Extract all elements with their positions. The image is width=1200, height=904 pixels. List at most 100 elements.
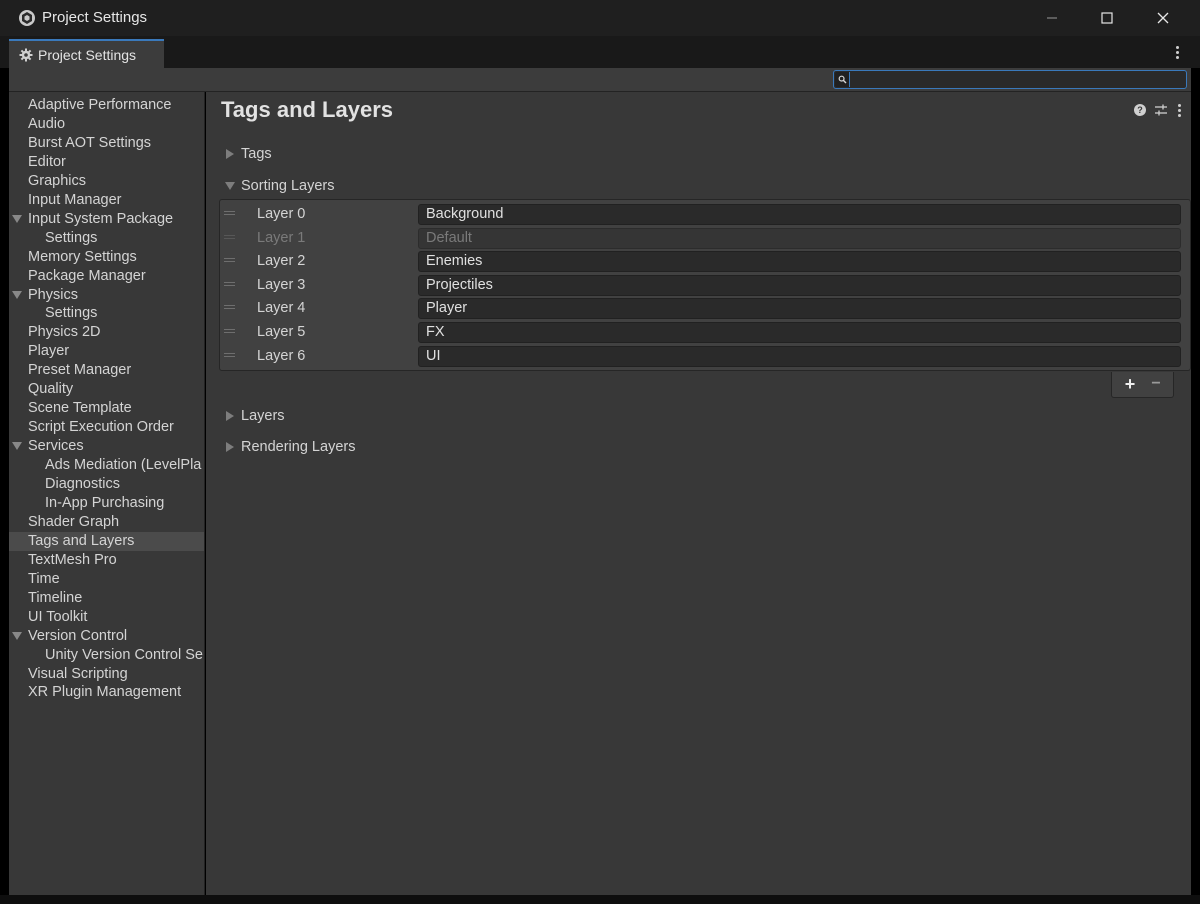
sidebar-item[interactable]: Burst AOT Settings [9,134,204,153]
sorting-layer-name-field[interactable]: Player [418,298,1181,320]
gear-icon [19,48,33,61]
sidebar-item[interactable]: Shader Graph [9,513,204,532]
sidebar-item[interactable]: Ads Mediation (LevelPla [9,456,204,475]
context-menu-icon[interactable] [1176,103,1182,117]
sidebar-item-label: Physics [28,286,78,303]
drag-handle-icon[interactable] [224,234,235,239]
sidebar-item[interactable]: Editor [9,153,204,172]
sidebar-item[interactable]: Scene Template [9,399,204,418]
collapse-arrow-icon[interactable] [12,290,22,299]
sidebar-item[interactable]: Physics 2D [9,323,204,342]
sidebar-item[interactable]: Time [9,570,204,589]
collapse-arrow-icon[interactable] [12,214,22,223]
sidebar-item[interactable]: In-App Purchasing [9,494,204,513]
sorting-layer-row[interactable]: Layer 6 UI [220,345,1190,368]
drag-handle-icon[interactable] [224,211,235,215]
sidebar-item[interactable]: UI Toolkit [9,608,204,627]
sorting-layer-name-field[interactable]: UI [418,345,1181,367]
sorting-layer-row[interactable]: Layer 3 Projectiles [220,274,1190,297]
sidebar-item[interactable]: Input Manager [9,191,204,210]
drag-handle-icon[interactable] [224,352,235,357]
sidebar-item[interactable]: Adaptive Performance [9,96,204,115]
sorting-layer-label: Layer 5 [257,324,306,340]
drag-handle-icon[interactable] [224,305,235,310]
drag-handle-icon[interactable] [224,329,235,333]
sidebar-item[interactable]: Input System Package [9,210,204,229]
sidebar-item-label: Scene Template [28,400,132,417]
sidebar-item-label: Audio [28,115,66,132]
foldout-tags[interactable]: Tags [226,144,272,164]
sidebar-item-label: TextMesh Pro [28,551,117,568]
sidebar-item[interactable]: Diagnostics [9,475,204,494]
sorting-layer-name-field: Default [418,227,1181,249]
foldout-tags-label: Tags [241,146,272,162]
sidebar-item-label: UI Toolkit [28,608,88,625]
sidebar-item[interactable]: Timeline [9,589,204,608]
preset-sliders-icon[interactable] [1154,103,1168,117]
sorting-layer-label: Layer 3 [257,276,306,293]
drag-handle-icon[interactable] [224,281,235,286]
sorting-layer-row[interactable]: Layer 2 Enemies [220,250,1190,273]
sorting-layer-row[interactable]: Layer 1 Default [220,227,1190,250]
sidebar-item[interactable]: Quality [9,380,204,399]
sidebar-item-label: Input Manager [28,191,122,208]
sidebar-item[interactable]: Memory Settings [9,248,204,267]
sidebar-item[interactable]: Settings [9,229,204,248]
sidebar-item[interactable]: Physics [9,286,204,305]
sidebar-item-label: Services [28,438,84,455]
sidebar-item[interactable]: Script Execution Order [9,418,204,437]
sorting-layers-list: Layer 0 Background Layer 1 Default Layer 2 En… [219,199,1191,371]
sidebar-item-label: Shader Graph [28,513,120,530]
sidebar-item-label: Physics 2D [28,324,101,341]
help-icon[interactable]: ? [1134,104,1146,116]
remove-layer-button[interactable]: − [1146,374,1166,394]
sorting-layer-label: Layer 4 [257,300,306,317]
sidebar-item[interactable]: Version Control [9,627,204,646]
window-menu-icon[interactable] [1170,42,1184,62]
sorting-layer-row[interactable]: Layer 4 Player [220,297,1190,320]
foldout-rendering-layers[interactable]: Rendering Layers [226,437,355,457]
sidebar-item[interactable]: Services [9,437,204,456]
tab-label: Project Settings [38,46,137,63]
sorting-layer-name-field[interactable]: Enemies [418,251,1181,273]
sidebar-item[interactable]: Player [9,342,204,361]
search-icon[interactable] [835,72,850,87]
sidebar-item-label: Memory Settings [28,248,137,265]
collapse-arrow-icon[interactable] [12,442,22,451]
search-field [833,70,1187,89]
sidebar-item[interactable]: Visual Scripting [9,665,204,684]
sorting-layer-label: Layer 2 [257,253,306,270]
maximize-button[interactable] [1079,0,1135,36]
close-button[interactable] [1135,0,1191,36]
sorting-layer-row[interactable]: Layer 5 FX [220,321,1190,344]
search-input[interactable] [852,72,1182,87]
sidebar-item[interactable]: Unity Version Control Se [9,646,204,665]
drag-handle-icon[interactable] [224,258,235,263]
sidebar-item[interactable]: Preset Manager [9,361,204,380]
foldout-sorting-layers-label: Sorting Layers [241,178,335,194]
sidebar-item-label: Player [28,343,70,360]
sidebar-item[interactable]: Package Manager [9,267,204,286]
sorting-layer-name-field[interactable]: Background [418,204,1181,225]
minimize-button[interactable] [1024,0,1080,36]
expand-arrow-icon [226,411,234,421]
add-layer-button[interactable]: + [1120,374,1140,394]
sidebar-item-label: Editor [28,153,66,170]
sidebar-item[interactable]: Graphics [9,172,204,191]
sorting-layer-name-field[interactable]: FX [418,322,1181,343]
sidebar-item[interactable]: TextMesh Pro [9,551,204,570]
sidebar-item-label: Settings [45,229,98,246]
foldout-layers[interactable]: Layers [226,406,285,426]
sidebar-item-label: Package Manager [28,267,146,284]
sidebar-item-label: Time [28,570,60,587]
foldout-sorting-layers[interactable]: Sorting Layers [225,176,335,196]
collapse-arrow-icon[interactable] [12,631,22,640]
settings-content: Tags and Layers ? Tags Sorting Layers La… [206,92,1191,895]
sidebar-item[interactable]: XR Plugin Management [9,683,204,702]
sorting-layer-name-field[interactable]: Projectiles [418,274,1181,296]
sidebar-item[interactable]: Audio [9,115,204,134]
tab-project-settings[interactable]: Project Settings [9,39,164,68]
sorting-layer-row[interactable]: Layer 0 Background [220,203,1190,226]
sidebar-item[interactable]: Tags and Layers [9,531,204,551]
sidebar-item[interactable]: Settings [9,304,204,323]
